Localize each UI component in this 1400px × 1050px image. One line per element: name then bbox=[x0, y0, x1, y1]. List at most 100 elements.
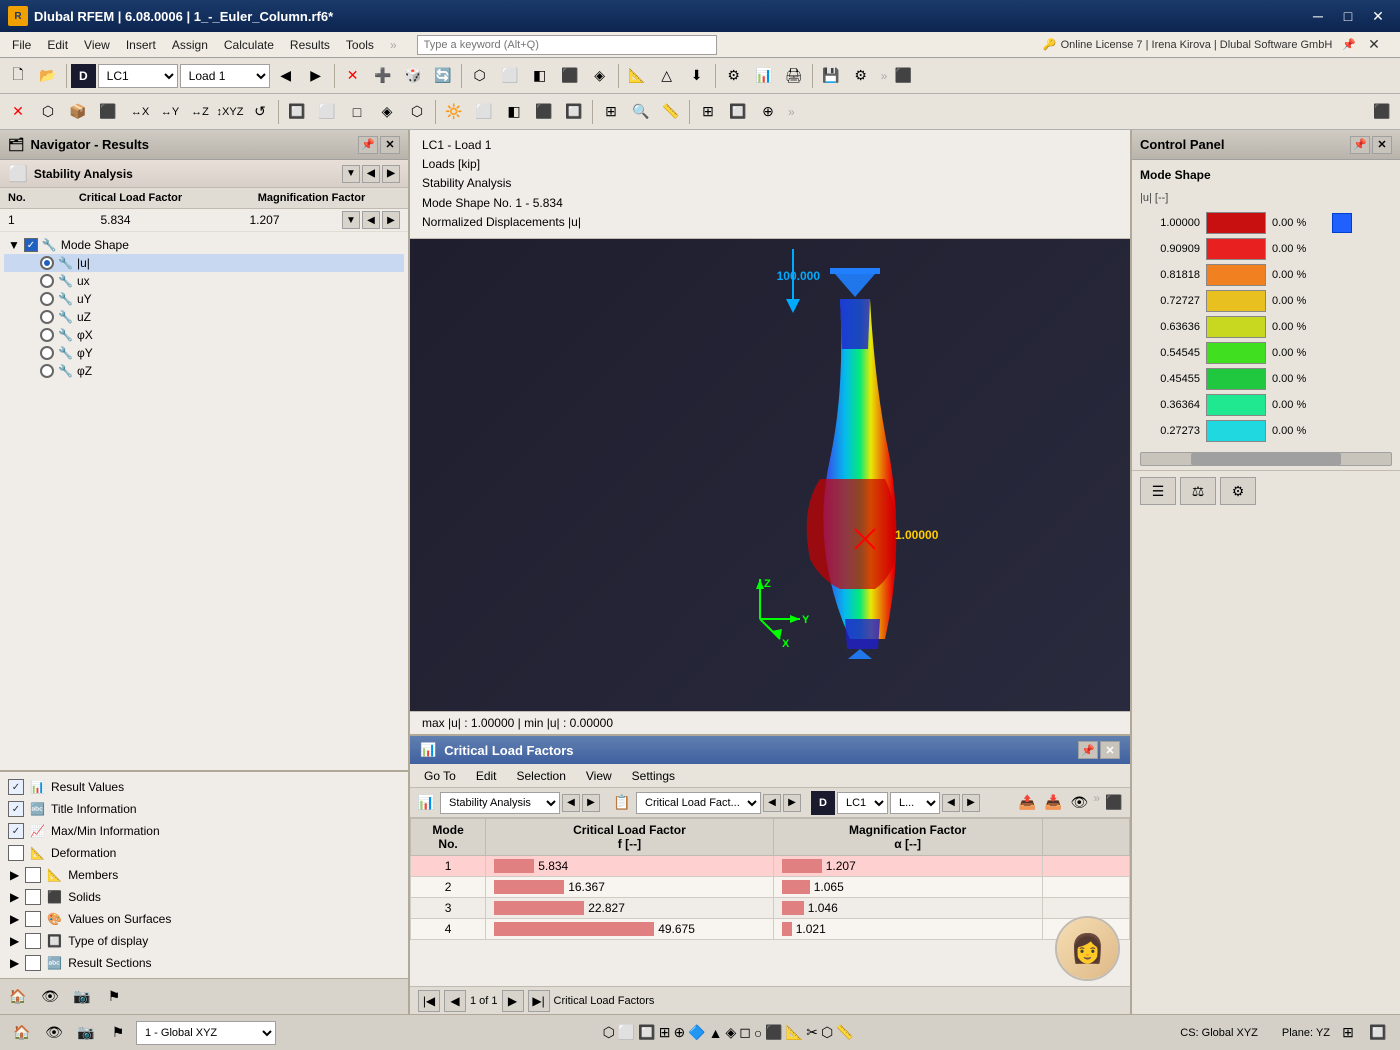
clf-result-prev[interactable]: ◀ bbox=[763, 794, 781, 812]
table-row[interactable]: 1 5.834 1.207 bbox=[411, 856, 1130, 877]
tb2-node2[interactable]: ⬛ bbox=[94, 98, 122, 126]
tb-settings[interactable]: ⚙ bbox=[847, 62, 875, 90]
tb2-view2[interactable]: ⬜ bbox=[313, 98, 341, 126]
load-dropdown[interactable]: Load 1 bbox=[180, 64, 270, 88]
tb-results[interactable]: 📊 bbox=[750, 62, 778, 90]
clf-lc-next[interactable]: ▶ bbox=[962, 794, 980, 812]
tb-loads[interactable]: ⬇ bbox=[683, 62, 711, 90]
cp-list-btn[interactable]: ☰ bbox=[1140, 477, 1176, 505]
cp-close[interactable]: ✕ bbox=[1372, 136, 1392, 154]
nav-close[interactable]: ✕ bbox=[380, 136, 400, 154]
sb-home[interactable]: 🏠 bbox=[8, 1019, 36, 1047]
page-last[interactable]: ▶| bbox=[528, 990, 550, 1012]
maxmin-check[interactable]: ✓ bbox=[8, 823, 24, 839]
sb-icon12[interactable]: 📐 bbox=[786, 1024, 803, 1041]
menu-edit[interactable]: Edit bbox=[39, 35, 76, 55]
nav-values-surfaces[interactable]: ▶ 🎨 Values on Surfaces bbox=[4, 908, 404, 930]
sb-icon13[interactable]: ✂ bbox=[806, 1024, 818, 1041]
nav-maxmin-info[interactable]: ✓ 📈 Max/Min Information bbox=[4, 820, 404, 842]
lc-dropdown[interactable]: LC1 bbox=[98, 64, 178, 88]
tb2-z-axis[interactable]: ↔Z bbox=[186, 98, 214, 126]
tree-uz[interactable]: 🔧 uZ bbox=[4, 308, 404, 326]
page-prev[interactable]: ◀ bbox=[444, 990, 466, 1012]
sb-icon15[interactable]: 📏 bbox=[836, 1024, 853, 1041]
page-first[interactable]: |◀ bbox=[418, 990, 440, 1012]
sb-icon9[interactable]: ◻ bbox=[739, 1024, 751, 1041]
keyword-search[interactable] bbox=[417, 35, 717, 55]
tb2-measure[interactable]: 📏 bbox=[657, 98, 685, 126]
license-close[interactable]: ✕ bbox=[1360, 35, 1388, 55]
tb2-cs[interactable]: ⊕ bbox=[754, 98, 782, 126]
clf-lc1-dd[interactable]: LC1 bbox=[837, 792, 888, 814]
tb-line[interactable]: ⬜ bbox=[496, 62, 524, 90]
active-color-indicator[interactable] bbox=[1332, 213, 1352, 233]
tb2-select[interactable]: ✕ bbox=[4, 98, 32, 126]
tree-u-abs[interactable]: 🔧 |u| bbox=[4, 254, 404, 272]
nav-title-info[interactable]: ✓ 🔤 Title Information bbox=[4, 798, 404, 820]
cp-settings-btn[interactable]: ⚙ bbox=[1220, 477, 1256, 505]
tb-print[interactable]: 🖨 bbox=[780, 62, 808, 90]
clf-tb-view[interactable]: 👁 bbox=[1067, 791, 1091, 815]
tb-add[interactable]: ➕ bbox=[369, 62, 397, 90]
cs-dropdown[interactable]: 1 - Global XYZ bbox=[136, 1021, 276, 1045]
tb-surface[interactable]: ◧ bbox=[526, 62, 554, 90]
tb-solid[interactable]: ⬛ bbox=[556, 62, 584, 90]
table-row[interactable]: 2 16.367 1.065 bbox=[411, 877, 1130, 898]
nav-stability-section[interactable]: ⬜ Stability Analysis ▼ ◀ ▶ bbox=[0, 160, 408, 188]
tb2-grid[interactable]: ⊞ bbox=[694, 98, 722, 126]
uz-radio[interactable] bbox=[40, 310, 54, 324]
nav-result-sections[interactable]: ▶ 🔤 Result Sections bbox=[4, 952, 404, 974]
maximize-btn[interactable]: □ bbox=[1334, 6, 1362, 26]
clf-lc-prev[interactable]: ◀ bbox=[942, 794, 960, 812]
tb2-zoom-fit[interactable]: ⊞ bbox=[597, 98, 625, 126]
clf-tb-icon2[interactable]: 📋 bbox=[610, 791, 634, 815]
clf-tb-expand[interactable]: ⬛ bbox=[1102, 791, 1126, 815]
menu-results[interactable]: Results bbox=[282, 35, 338, 55]
table-row[interactable]: 4 49.675 1.021 bbox=[411, 919, 1130, 940]
phix-radio[interactable] bbox=[40, 328, 54, 342]
tree-mode-shape[interactable]: ▼ ✓ 🔧 Mode Shape bbox=[4, 236, 404, 254]
clf-menu-settings[interactable]: Settings bbox=[624, 767, 683, 785]
tb-3d[interactable]: 🎲 bbox=[399, 62, 427, 90]
tb-node[interactable]: ⬡ bbox=[466, 62, 494, 90]
nav-prev-btn[interactable]: ◀ bbox=[362, 165, 380, 183]
nav-tb-eye[interactable]: 👁 bbox=[36, 983, 64, 1011]
cp-pin[interactable]: 📌 bbox=[1350, 136, 1370, 154]
tb-new[interactable]: 🗋 bbox=[4, 62, 32, 90]
menu-view[interactable]: View bbox=[76, 35, 118, 55]
nav-dd-btn[interactable]: ▼ bbox=[342, 165, 360, 183]
tb2-y-axis[interactable]: ↔Y bbox=[156, 98, 184, 126]
tb2-x-axis[interactable]: ↔X bbox=[126, 98, 154, 126]
clf-analysis-dd[interactable]: Stability Analysis bbox=[440, 792, 560, 814]
tb2-wire[interactable]: ⬜ bbox=[470, 98, 498, 126]
clf-pin[interactable]: 📌 bbox=[1078, 741, 1098, 759]
clf-menu-edit[interactable]: Edit bbox=[468, 767, 505, 785]
tb2-rotate[interactable]: ↺ bbox=[246, 98, 274, 126]
result-values-check[interactable]: ✓ bbox=[8, 779, 24, 795]
nav-deformation[interactable]: 📐 Deformation bbox=[4, 842, 404, 864]
sb-icon2[interactable]: ⬜ bbox=[618, 1024, 635, 1041]
tb2-ortho[interactable]: 🔲 bbox=[560, 98, 588, 126]
members-check[interactable] bbox=[25, 867, 41, 883]
clf-analysis-prev[interactable]: ◀ bbox=[562, 794, 580, 812]
clf-result-dd[interactable]: Critical Load Fact... bbox=[636, 792, 761, 814]
menu-insert[interactable]: Insert bbox=[118, 35, 164, 55]
table-row[interactable]: 3 22.827 1.046 bbox=[411, 898, 1130, 919]
nav-tb-flag[interactable]: ⚑ bbox=[100, 983, 128, 1011]
nav-tb-home[interactable]: 🏠 bbox=[4, 983, 32, 1011]
deformation-check[interactable] bbox=[8, 845, 24, 861]
tb-openings[interactable]: ◈ bbox=[586, 62, 614, 90]
clf-tb-export[interactable]: 📤 bbox=[1015, 791, 1039, 815]
nav-row-dd[interactable]: ▼ bbox=[342, 211, 360, 229]
clf-result-next[interactable]: ▶ bbox=[783, 794, 801, 812]
tree-uy[interactable]: 🔧 uY bbox=[4, 290, 404, 308]
tb2-render[interactable]: 🔆 bbox=[440, 98, 468, 126]
sb-camera[interactable]: 📷 bbox=[72, 1019, 100, 1047]
tb-open[interactable]: 📂 bbox=[34, 62, 62, 90]
tb-expand[interactable]: ⬛ bbox=[889, 62, 917, 90]
menu-calculate[interactable]: Calculate bbox=[216, 35, 282, 55]
phiz-radio[interactable] bbox=[40, 364, 54, 378]
menu-assign[interactable]: Assign bbox=[164, 35, 216, 55]
nav-row-prev[interactable]: ◀ bbox=[362, 211, 380, 229]
tree-phix[interactable]: 🔧 φX bbox=[4, 326, 404, 344]
